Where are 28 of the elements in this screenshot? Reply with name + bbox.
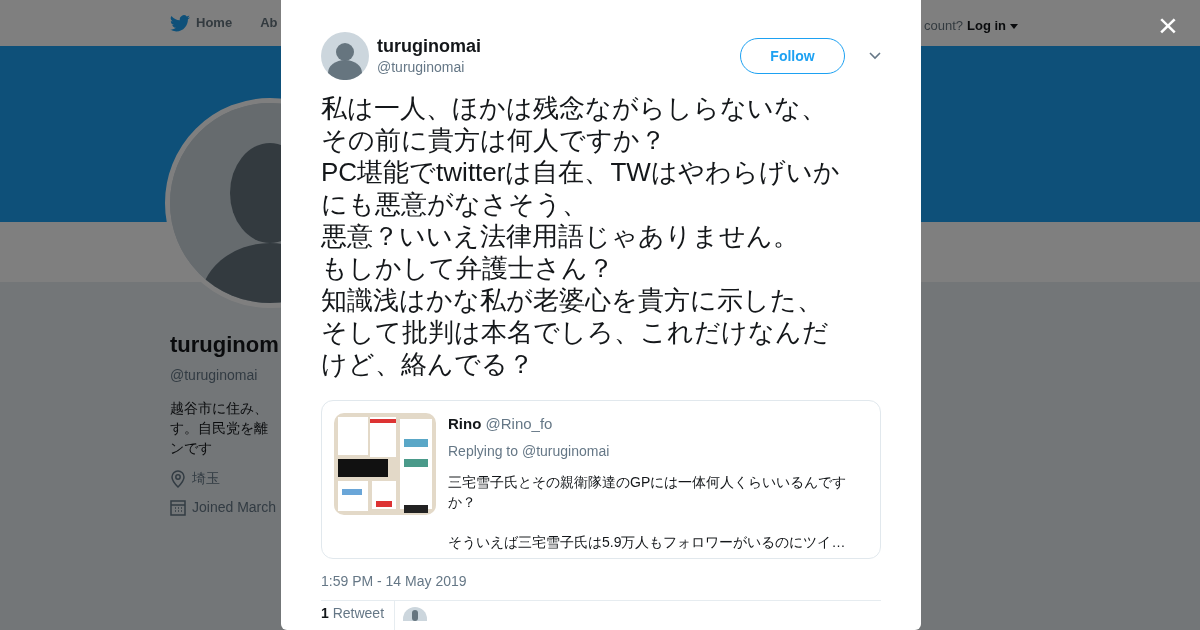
replying-to-text: Replying to @turuginomai <box>448 441 611 461</box>
login-link[interactable]: Log in <box>967 16 1018 36</box>
tweet-timestamp: 1:59 PM - 14 May 2019 <box>321 571 881 601</box>
retweeter-avatar[interactable] <box>403 607 428 621</box>
close-button[interactable]: × <box>1152 5 1184 45</box>
nav-link[interactable]: Ab <box>260 13 278 33</box>
retweet-count[interactable]: 1 Retweet <box>321 605 385 622</box>
avatar[interactable] <box>321 32 369 80</box>
caret-icon <box>1009 24 1018 30</box>
nav-link[interactable]: Home <box>170 13 233 33</box>
account-prompt: count? <box>924 17 964 35</box>
user-name[interactable]: turuginomai <box>377 34 481 57</box>
profile-location: 埼玉 <box>192 469 220 488</box>
quoted-tweet-text: そういえば三宅雪子氏は5.9万人もフォロワーがいるのにツイ… <box>448 532 847 552</box>
bird-icon <box>170 14 190 32</box>
follow-button[interactable]: Follow <box>740 38 845 74</box>
calendar-icon <box>170 499 186 516</box>
profile-handle: @turuginomai <box>170 366 259 385</box>
profile-joined-date: Joined March <box>192 498 277 517</box>
profile-bio: 越谷市に住み、 す。自民党を離 ンです <box>170 399 269 458</box>
quoted-tweet-text: 三宅雪子氏とその親衛隊達のGPには一体何人くらいいるんですか？ <box>448 472 848 512</box>
user-handle[interactable]: @turuginomai <box>377 56 481 78</box>
quoted-author: Rino @Rino_fo <box>448 414 554 434</box>
profile-name: turuginom <box>170 331 278 359</box>
location-pin-icon <box>170 469 186 488</box>
tweet-text: 私は一人、ほかは残念ながらしらないな、 その前に貴方は何人ですか？ PC堪能でtwitterは自在、TWはやわらげいか にも悪意がなさそう、 悪意？いいえ法律用語じゃありません。 もしかして弁護士さん？ 知識浅はかな私が老婆心を貴方に示した、 そして批判は本名でしろ、これだけなんだ けど、絡んでる？ <box>321 92 841 380</box>
chevron-down-icon[interactable] <box>869 52 881 60</box>
quoted-tweet-card[interactable]: Rino @Rino_fo Replying to @turuginomai 三宅雪子氏とその親衛隊達のGPには一体何人くらいいるんですか？ そういえば三宅雪子氏は5.9万人もフォロワーがいるのにツイ… <box>321 400 881 559</box>
